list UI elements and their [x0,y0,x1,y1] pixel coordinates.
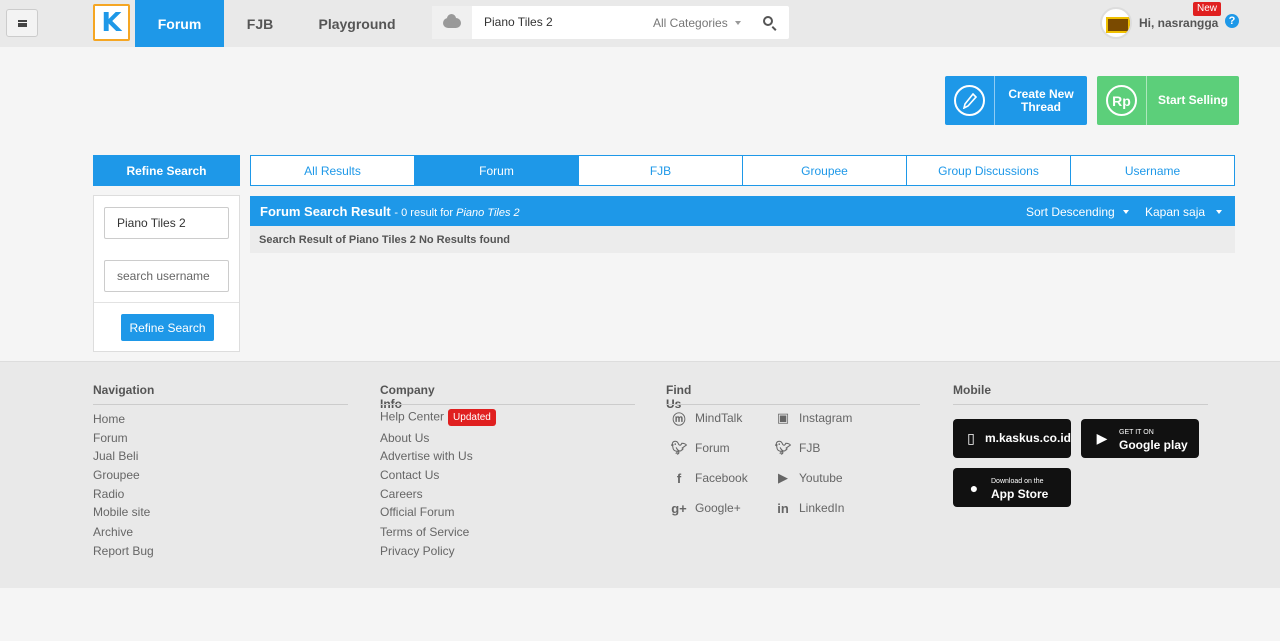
result-list: Search Result of Piano Tiles 2 No Result… [250,226,1235,253]
footer-link-forum[interactable]: Forum [93,431,128,445]
start-selling-button[interactable]: Rp Start Selling [1097,76,1239,125]
refine-search-panel: Piano Tiles 2 search username Refine Sea… [93,195,240,352]
footer-heading: Navigation [93,383,155,397]
social-link-linkedin[interactable]: in LinkedIn [774,499,844,517]
footer-link-radio[interactable]: Radio [93,487,124,501]
keyword-input[interactable]: Piano Tiles 2 [104,207,229,239]
footer-link-privacy[interactable]: Privacy Policy [380,544,455,558]
mindtalk-icon: ⓜ [672,411,686,427]
social-link-twitter-forum[interactable]: 🐦︎ Forum [670,439,730,457]
time-dropdown[interactable]: Kapan saja [1145,205,1205,219]
search-scope-button[interactable] [432,6,472,39]
new-badge: New [1193,2,1222,16]
apple-icon: ● [969,479,979,496]
create-thread-label: Create New Thread [1008,86,1074,114]
sort-dropdown[interactable]: Sort Descending [1026,205,1115,219]
chevron-down-icon [1123,210,1129,214]
tab-group-discussions[interactable]: Group Discussions [907,156,1071,185]
footer-link-terms[interactable]: Terms of Service [380,525,469,539]
result-header: Forum Search Result - 0 result for Piano… [250,196,1235,226]
help-icon[interactable]: ? [1225,14,1239,28]
no-results-message: Search Result of Piano Tiles 2 No Result… [259,234,511,246]
tab-forum[interactable]: Forum [415,156,579,185]
footer: Navigation Home Forum Jual Beli Groupee … [0,361,1280,588]
footer-link-about-us[interactable]: About Us [380,431,429,445]
category-select[interactable]: All Categories [653,16,728,30]
updated-badge: Updated [448,409,496,426]
result-tabs: All Results Forum FJB Groupee Group Disc… [250,155,1235,186]
divider [94,302,239,303]
google-play-icon: ▶ [1096,430,1108,446]
mkaskus-button[interactable]: ▯ m.kaskus.co.id [953,419,1071,458]
instagram-icon: ▣ [776,410,790,425]
social-link-mindtalk[interactable]: ⓜ MindTalk [670,409,742,427]
nav-tab-forum[interactable]: Forum [135,0,224,47]
avatar[interactable] [1100,7,1132,39]
cloud-icon [443,13,461,28]
phone-icon: ▯ [967,430,975,446]
result-count: - 0 result for [394,207,454,219]
social-link-google-plus[interactable]: g+ Google+ [670,499,740,517]
footer-link-jual-beli[interactable]: Jual Beli [93,449,138,463]
tab-fjb[interactable]: FJB [579,156,743,185]
tab-all-results[interactable]: All Results [251,156,415,185]
hamburger-menu-button[interactable] [6,9,38,37]
search-bar: Piano Tiles 2 All Categories [432,6,789,39]
search-icon[interactable] [763,16,773,26]
start-selling-label: Start Selling [1157,93,1228,107]
social-link-facebook[interactable]: f Facebook [670,469,748,487]
google-play-button[interactable]: ▶ GET IT ON Google play [1081,419,1199,458]
tab-groupee[interactable]: Groupee [743,156,907,185]
footer-link-contact-us[interactable]: Contact Us [380,468,439,482]
footer-heading: Mobile [953,383,991,397]
user-greeting[interactable]: Hi, nasrangga [1139,16,1218,30]
app-store-button[interactable]: ● Download on the App Store [953,468,1071,507]
chevron-down-icon [1216,210,1222,214]
top-bar: K Forum FJB Playground Piano Tiles 2 All… [0,0,1280,47]
refine-search-button[interactable]: Refine Search [121,314,214,341]
footer-heading: Company Info [380,383,435,411]
nav-tab-fjb[interactable]: FJB [224,0,296,47]
twitter-icon: 🐦︎ [670,440,688,455]
footer-link-home[interactable]: Home [93,412,125,426]
search-input[interactable]: Piano Tiles 2 [484,15,553,29]
twitter-icon: 🐦︎ [774,440,792,455]
rupiah-icon: Rp [1106,85,1137,116]
chevron-down-icon [735,21,741,25]
youtube-icon: ▶ [778,470,788,485]
footer-link-advertise[interactable]: Advertise with Us [380,449,473,463]
footer-link-mobile-site[interactable]: Mobile site [93,505,150,519]
result-query: Piano Tiles 2 [456,207,520,219]
google-plus-icon: g+ [671,500,687,516]
refine-search-header: Refine Search [93,155,240,186]
facebook-icon: f [676,470,682,486]
kaskus-logo[interactable]: K [93,4,130,41]
footer-link-help-center[interactable]: Help Center Updated [380,409,496,426]
nav-tab-playground[interactable]: Playground [296,0,418,47]
username-input[interactable]: search username [104,260,229,292]
social-link-youtube[interactable]: ▶ Youtube [774,469,843,487]
result-title: Forum Search Result - 0 result for Piano… [260,204,520,219]
linkedin-icon: in [777,500,789,516]
social-link-instagram[interactable]: ▣ Instagram [774,409,853,427]
pencil-icon [954,85,985,116]
footer-link-groupee[interactable]: Groupee [93,468,140,482]
footer-link-report-bug[interactable]: Report Bug [93,544,154,558]
footer-heading: Find Us [666,383,692,411]
tab-username[interactable]: Username [1071,156,1234,185]
footer-link-official-forum[interactable]: Official Forum [380,505,454,519]
social-link-twitter-fjb[interactable]: 🐦︎ FJB [774,439,821,457]
footer-link-archive[interactable]: Archive [93,525,133,539]
create-thread-button[interactable]: Create New Thread [945,76,1087,125]
footer-link-careers[interactable]: Careers [380,487,423,501]
hamburger-icon [17,19,27,27]
